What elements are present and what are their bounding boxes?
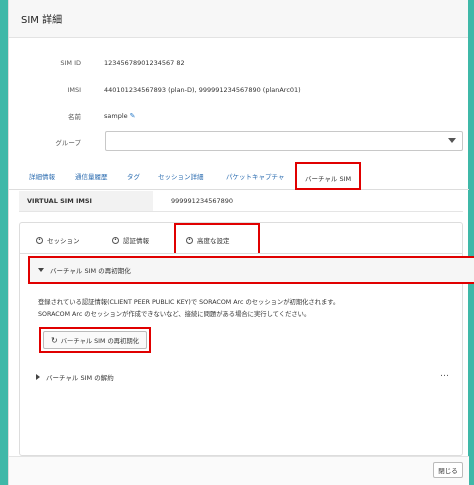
imsi-row: IMSI 440101234567893 (plan-D), 999991234… [9,84,469,96]
virtual-sim-imsi-label: VIRTUAL SIM IMSI [19,191,153,211]
virtual-sim-imsi-value: 999991234567890 [171,197,234,205]
name-label: 名前 [68,113,81,121]
reinit-button-highlight: ↻ バーチャル SIM の再初期化 [39,327,151,353]
reinit-section-title: バーチャル SIM の再初期化 [50,267,131,275]
subtab-session[interactable]: • セッション [36,235,80,245]
dissolve-section-title: バーチャル SIM の解約 [46,374,114,382]
subtab-auth-label: 認証情報 [123,237,149,245]
chevron-down-icon [448,138,456,143]
sim-id-label: SIM ID [60,59,81,67]
more-options-icon[interactable]: … [440,369,450,379]
gear-icon: • [186,236,193,244]
modal-title: SIM 詳細 [21,15,63,26]
tab-session-details[interactable]: セッション詳細 [158,171,204,181]
virtual-sim-panel: • セッション • 認証情報 • 高度な設定 バーチャル SIM の再初期化 登録され… [19,222,474,456]
subtab-advanced[interactable]: • 高度な設定 [186,235,230,245]
group-select[interactable] [105,131,463,151]
reinit-description-2: SORACOM Arc のセッションが作成できないなど、接続に問題がある場合に実… [38,311,311,318]
imsi-label: IMSI [67,86,81,94]
reinit-button-label: バーチャル SIM の再初期化 [60,337,139,345]
subtab-advanced-label: 高度な設定 [197,237,230,245]
sim-detail-modal: SIM 詳細 SIM ID 12345678901234567 82 IMSI … [8,0,474,485]
caret-right-icon [36,374,40,380]
tab-traffic-history[interactable]: 通信量履歴 [75,171,108,181]
name-value-wrap: sample ✎ [104,112,136,120]
name-row: 名前 sample ✎ [9,110,469,122]
reinit-description-1: 登録されている認証情報(CLIENT PEER PUBLIC KEY)で SOR… [38,299,340,306]
auth-icon: • [112,236,119,244]
sim-id-value: 12345678901234567 82 [104,59,185,67]
session-icon: • [36,236,43,244]
refresh-icon: ↻ [51,335,58,345]
tab-details[interactable]: 詳細情報 [29,171,55,181]
subtab-divider [20,253,462,254]
modal-footer: 閉じる [9,456,469,485]
subtab-auth[interactable]: • 認証情報 [112,235,149,245]
tab-packet-capture[interactable]: パケットキャプチャ [226,171,284,181]
virtual-sim-imsi-row: VIRTUAL SIM IMSI 999991234567890 [19,191,463,212]
sim-id-row: SIM ID 12345678901234567 82 [9,57,469,69]
tab-virtual-sim[interactable]: バーチャル SIM [295,162,362,190]
reinit-button[interactable]: ↻ バーチャル SIM の再初期化 [43,331,147,349]
subtab-session-label: セッション [47,237,80,245]
tab-tags[interactable]: タグ [127,171,140,181]
name-value: sample [104,112,128,120]
dissolve-section-header[interactable]: バーチャル SIM の解約 [28,369,456,385]
group-label: グループ [55,139,81,147]
reinit-section-header[interactable]: バーチャル SIM の再初期化 [28,256,474,284]
caret-down-icon [38,268,44,272]
close-button[interactable]: 閉じる [433,462,463,478]
modal-header: SIM 詳細 [9,0,468,38]
imsi-value: 440101234567893 (plan-D), 99999123456789… [104,86,301,94]
tab-bar: 詳細情報 通信量履歴 タグ セッション詳細 パケットキャプチャ バーチャル SI… [9,162,469,190]
group-row: グループ [9,136,99,148]
pencil-icon[interactable]: ✎ [130,112,136,120]
